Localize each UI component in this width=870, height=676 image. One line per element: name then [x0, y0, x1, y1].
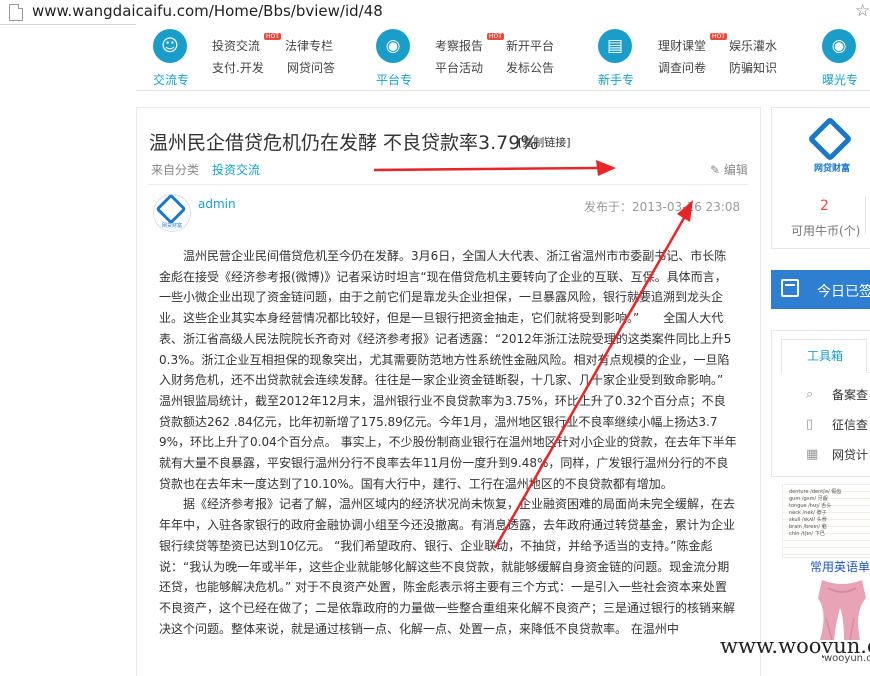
scarf-product-image[interactable]: [814, 578, 870, 642]
sign-label: 今日已签: [817, 284, 870, 300]
tool-label: 征信查: [832, 418, 869, 432]
logo-text: 网贷财富: [813, 164, 850, 174]
tab-label: 工具箱: [807, 349, 844, 363]
calculator-icon: ▦: [806, 447, 819, 462]
english-words-image[interactable]: denture /dentʃə/ 假齿 gum /gʌm/ 牙龈 tongue /t…: [782, 484, 870, 558]
annotation-arrows: [373, 160, 693, 549]
site-logo[interactable]: 网贷财富: [802, 116, 862, 181]
english-words-link[interactable]: 常用英语单: [810, 558, 870, 575]
search-icon: ⌕: [806, 387, 814, 402]
divider: [865, 196, 866, 234]
arrow-line: [493, 217, 686, 549]
tool-label: 网贷计: [832, 448, 869, 462]
watermark-sub: wooyun.org: [824, 653, 870, 664]
arrow-head: [596, 160, 616, 176]
calendar-icon: [781, 279, 799, 297]
coin-label: 可用牛币(个): [791, 224, 861, 238]
tool-label: 备案查: [832, 388, 869, 402]
daily-sign-button[interactable]: 今日已签: [771, 270, 870, 309]
document-icon: ▯: [806, 417, 814, 432]
coin-count: 2: [820, 198, 829, 214]
arrow-line: [373, 166, 599, 172]
tab-toolbox[interactable]: 工具箱: [781, 339, 870, 373]
arrow-head: [677, 200, 693, 222]
